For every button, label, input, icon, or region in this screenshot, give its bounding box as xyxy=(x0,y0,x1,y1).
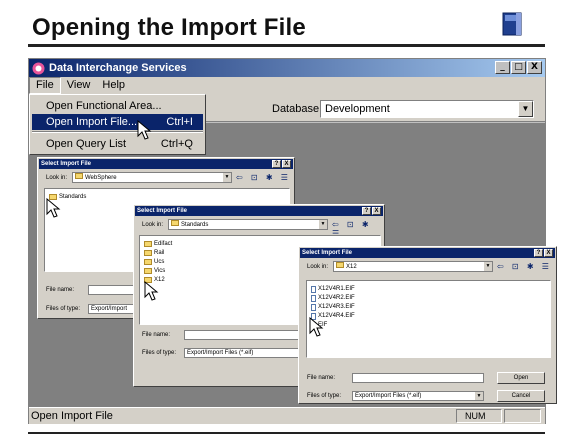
files-of-type-label: Files of type: xyxy=(307,393,342,399)
num-lock-indicator: NUM xyxy=(456,409,502,423)
menu-view[interactable]: View xyxy=(61,77,97,94)
close-button[interactable]: X xyxy=(282,160,291,168)
look-in-label: Look in: xyxy=(46,175,68,181)
chevron-down-icon[interactable]: ▼ xyxy=(518,101,533,117)
document-icon xyxy=(311,294,316,302)
files-of-type-label: Files of type: xyxy=(142,350,177,356)
file-name-label: File name: xyxy=(307,375,336,381)
file-menu-dropdown: Open Functional Area... Open Import File… xyxy=(29,94,206,155)
status-bar: Open Import File NUM xyxy=(29,407,545,424)
file-name-label: File name: xyxy=(46,287,75,293)
folder-icon xyxy=(75,173,83,179)
minimize-button[interactable]: _ xyxy=(495,61,510,74)
slide: Opening the Import File Data Interchange… xyxy=(0,0,573,446)
open-button[interactable]: Open xyxy=(497,372,545,384)
menu-separator xyxy=(32,131,203,133)
chevron-down-icon[interactable]: ▼ xyxy=(484,262,492,271)
folder-icon xyxy=(144,250,152,256)
cursor-icon xyxy=(137,120,152,140)
look-in-select[interactable]: Standards ▼ xyxy=(168,219,328,230)
help-button[interactable]: ? xyxy=(272,160,281,168)
folder-icon xyxy=(336,262,344,268)
list-item[interactable]: Vics xyxy=(144,267,165,275)
cursor-icon xyxy=(46,198,61,218)
menu-item-open-query-list[interactable]: Open Query List Ctrl+Q xyxy=(32,136,203,152)
files-of-type-select[interactable]: Export/Import Files (*.eif) xyxy=(184,348,304,358)
database-value: Development xyxy=(325,103,390,115)
database-label: Database xyxy=(272,103,320,115)
database-select[interactable]: Development ▼ xyxy=(320,100,534,118)
close-button[interactable]: X xyxy=(527,61,542,74)
window-controls: _ □ X xyxy=(495,61,542,74)
list-item[interactable]: X12V4R1.EIF xyxy=(311,285,355,293)
shortcut-label: Ctrl+Q xyxy=(160,138,193,150)
look-in-label: Look in: xyxy=(307,264,329,270)
cursor-icon xyxy=(144,281,159,301)
menu-file[interactable]: File xyxy=(29,77,61,94)
list-item[interactable]: X12V4R3.EIF xyxy=(311,303,355,311)
file-list[interactable]: X12V4R1.EIF X12V4R2.EIF X12V4R3.EIF X12V… xyxy=(306,280,551,358)
chevron-down-icon[interactable]: ▼ xyxy=(475,392,483,400)
list-item[interactable]: X12V4R2.EIF xyxy=(311,294,355,302)
list-item[interactable]: Rail xyxy=(144,249,164,257)
cancel-button[interactable]: Cancel xyxy=(497,390,545,402)
app-titlebar[interactable]: Data Interchange Services _ □ X xyxy=(29,59,545,77)
close-button[interactable]: X xyxy=(372,207,381,215)
dialog-toolbar-icons[interactable]: ⇦ ⊡ ✱ ☰ xyxy=(497,262,552,271)
folder-icon xyxy=(144,241,152,247)
maximize-button[interactable]: □ xyxy=(511,61,526,74)
document-icon xyxy=(311,285,316,293)
help-button[interactable]: ? xyxy=(362,207,371,215)
chevron-down-icon[interactable]: ▼ xyxy=(223,173,231,182)
edi-logo-icon xyxy=(502,12,522,36)
menubar: File View Help xyxy=(29,77,545,94)
app-title: Data Interchange Services xyxy=(49,62,187,74)
select-import-file-dialog-3: Select Import File ? X Look in: X12 ▼ ⇦ … xyxy=(298,246,557,404)
dialog-toolbar-icons[interactable]: ⇦ ⊡ ✱ ☰ xyxy=(236,173,291,182)
help-button[interactable]: ? xyxy=(534,249,543,257)
file-name-input[interactable] xyxy=(184,330,304,340)
file-name-input[interactable] xyxy=(352,373,484,383)
dialog-titlebar[interactable]: Select Import File ? X xyxy=(39,159,293,169)
document-icon xyxy=(311,303,316,311)
footer-rule xyxy=(28,432,545,434)
menu-item-open-functional-area[interactable]: Open Functional Area... xyxy=(32,98,203,114)
file-name-label: File name: xyxy=(142,332,171,338)
cursor-icon xyxy=(309,317,324,337)
chevron-down-icon[interactable]: ▼ xyxy=(319,220,327,229)
files-of-type-select[interactable]: Export/Import Files (*.eif) ▼ xyxy=(352,391,484,401)
folder-icon xyxy=(171,220,179,226)
app-icon xyxy=(32,62,45,74)
slide-title: Opening the Import File xyxy=(32,14,306,41)
look-in-select[interactable]: WebSphere ▼ xyxy=(72,172,232,183)
list-item[interactable]: Ucs xyxy=(144,258,164,266)
files-of-type-label: Files of type: xyxy=(46,306,81,312)
shortcut-label: Ctrl+I xyxy=(166,116,193,128)
status-text: Open Import File xyxy=(31,410,113,422)
folder-icon xyxy=(144,268,152,274)
title-rule xyxy=(28,44,545,47)
menu-item-open-import-file[interactable]: Open Import File... Ctrl+I xyxy=(32,114,203,130)
dialog-titlebar[interactable]: Select Import File ? X xyxy=(135,206,383,216)
folder-icon xyxy=(144,259,152,265)
status-cell xyxy=(504,409,541,423)
look-in-label: Look in: xyxy=(142,222,164,228)
dialog-titlebar[interactable]: Select Import File ? X xyxy=(300,248,555,258)
menu-help[interactable]: Help xyxy=(96,77,131,94)
look-in-select[interactable]: X12 ▼ xyxy=(333,261,493,272)
list-item[interactable]: Edifact xyxy=(144,240,172,248)
close-button[interactable]: X xyxy=(544,249,553,257)
